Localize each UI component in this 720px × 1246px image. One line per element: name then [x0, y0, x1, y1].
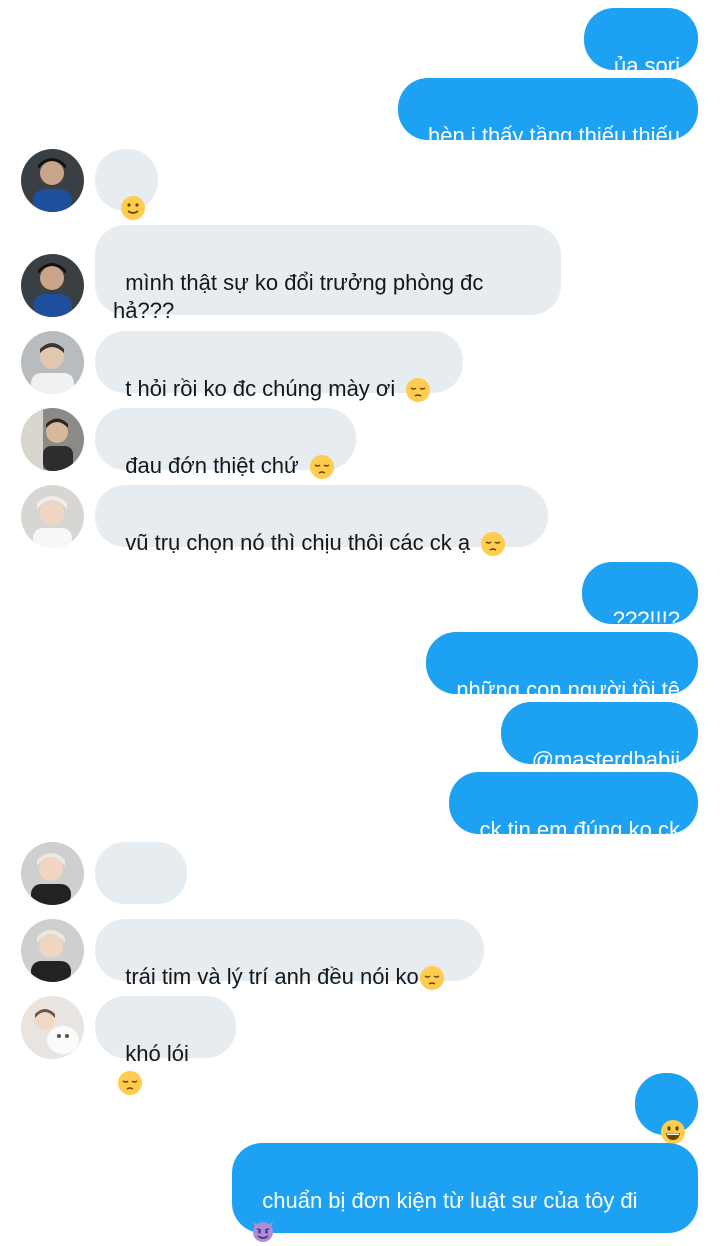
avatar[interactable]: [21, 919, 84, 982]
pensive-emoji-icon: [118, 1071, 142, 1096]
message-text: vũ trụ chọn nó thì chịu thôi các ck ạ: [125, 530, 477, 555]
avatar[interactable]: [21, 408, 84, 471]
pensive-emoji-icon: [419, 966, 444, 991]
avatar[interactable]: [21, 842, 84, 905]
message-text: trái tim và lý trí anh đều nói ko: [125, 964, 419, 989]
message-bubble-outgoing[interactable]: ck tin em đúng ko ck: [449, 772, 698, 842]
slight-smile-emoji-icon: [120, 196, 145, 221]
message-bubble-outgoing[interactable]: những con người tồi tệ: [426, 632, 698, 702]
pensive-emoji-icon: [309, 455, 334, 480]
avatar[interactable]: [21, 996, 84, 1059]
message-bubble-incoming[interactable]: t hỏi rồi ko đc chúng mày ơi: [95, 331, 463, 403]
pensive-emoji-icon: [481, 532, 506, 557]
avatar[interactable]: [21, 331, 84, 394]
message-text: mình thật sự ko đổi trưởng phòng đc hả??…: [113, 270, 484, 323]
message-bubble-outgoing[interactable]: [635, 1073, 698, 1145]
avatar[interactable]: [21, 149, 84, 212]
message-bubble-incoming[interactable]: mình thật sự ko đổi trưởng phòng đc hả??…: [95, 225, 561, 323]
message-text: đau đớn thiệt chứ: [125, 453, 305, 478]
message-text: ???!!!?: [612, 607, 680, 632]
message-text: t hỏi rồi ko đc chúng mày ơi: [125, 376, 402, 401]
message-bubble-outgoing[interactable]: chuẩn bị đơn kiện từ luật sư của tôy đi: [232, 1143, 698, 1243]
avatar[interactable]: [21, 485, 84, 548]
message-text: những con người tồi tệ: [456, 677, 680, 702]
message-bubble-outgoing[interactable]: ủa sori: [583, 8, 698, 78]
message-text: khó lói: [125, 1041, 195, 1066]
message-bubble-incoming[interactable]: xinloi: [95, 842, 187, 940]
smiling-imp-emoji-icon: [253, 1221, 273, 1243]
message-bubble-incoming[interactable]: vũ trụ chọn nó thì chịu thôi các ck ạ: [95, 485, 548, 557]
message-text: chuẩn bị đơn kiện từ luật sư của tôy đi: [262, 1188, 638, 1213]
message-bubble-outgoing[interactable]: ???!!!?: [582, 562, 698, 632]
message-bubble-incoming[interactable]: đau đớn thiệt chứ: [95, 408, 356, 480]
grinning-emoji-icon: [660, 1120, 685, 1145]
message-bubble-incoming[interactable]: khó lói: [95, 996, 236, 1096]
message-text: @masterdbabii: [531, 747, 680, 772]
message-bubble-outgoing[interactable]: @masterdbabii: [501, 702, 698, 772]
message-text: hèn j thấy tầng thiếu thiếu: [428, 123, 680, 148]
message-bubble-incoming[interactable]: trái tim và lý trí anh đều nói ko: [95, 919, 484, 991]
message-text: ủa sori: [613, 53, 680, 78]
avatar[interactable]: [21, 254, 84, 317]
message-text: ck tin em đúng ko ck: [479, 817, 680, 842]
pensive-emoji-icon: [406, 378, 431, 403]
message-bubble-outgoing[interactable]: hèn j thấy tầng thiếu thiếu: [397, 78, 698, 148]
message-bubble-incoming[interactable]: [95, 149, 158, 221]
